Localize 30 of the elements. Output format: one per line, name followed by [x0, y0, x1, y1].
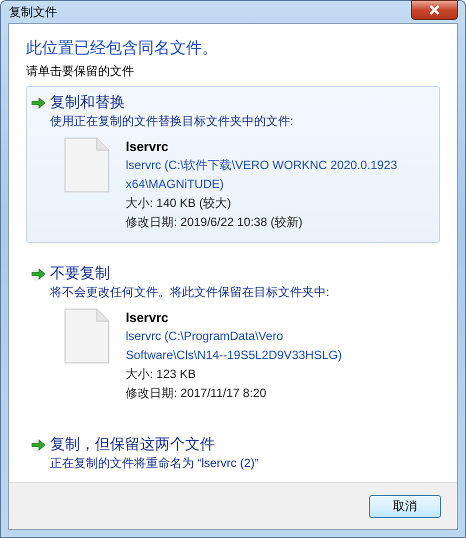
instruction-text: 请单击要保留的文件 — [26, 63, 135, 80]
arrow-icon — [31, 267, 47, 281]
arrow-icon — [31, 96, 47, 110]
arrow-icon — [31, 438, 47, 452]
option-description: 正在复制的文件将重命名为 “lservrc (2)” — [50, 455, 260, 471]
cancel-button[interactable]: 取消 — [369, 494, 441, 518]
file-size: 大小: 140 KB (较大) — [126, 195, 232, 212]
window-title: 复制文件 — [8, 4, 57, 20]
file-path-line: lservrc (C:\ProgramData\Vero — [126, 328, 284, 345]
file-name: lservrc — [126, 309, 170, 327]
command-link[interactable]: 复制和替换 使用正在复制的文件替换目标文件夹中的文件: lservrc lservrc (C:\软件下载\VERO WORKNC 2020.0.1923 x64\MAGNiTUDE) 大小: 140 KB (较大) 修改日期: 2019/6/22 10:38 (较新) — [26, 86, 440, 243]
file-name: lservrc — [126, 138, 170, 156]
file-path-line: Software\Cls\N14--19S5L2D9V33HSLG) — [126, 347, 343, 364]
file-date: 修改日期: 2017/11/17 8:20 — [126, 385, 268, 402]
document-icon — [64, 308, 110, 364]
document-icon — [64, 137, 110, 193]
option-description: 使用正在复制的文件替换目标文件夹中的文件: — [50, 113, 294, 129]
file-path-line: x64\MAGNiTUDE) — [126, 176, 225, 193]
file-date: 修改日期: 2019/6/22 10:38 (较新) — [126, 214, 304, 231]
close-icon — [429, 5, 440, 15]
command-link[interactable]: 不要复制 将不会更改任何文件。将此文件保留在目标文件夹中: lservrc lservrc (C:\ProgramData\Vero Software\Cls\N14--19S5L2D9V33HSLG) 大小: 123 KB 修改日期: 2017/11/17 8:20 — [26, 257, 440, 414]
file-size: 大小: 123 KB — [126, 366, 197, 383]
option-title: 复制和替换 — [50, 93, 125, 113]
option-title: 复制，但保留这两个文件 — [50, 435, 215, 455]
dialog-heading: 此位置已经包含同名文件。 — [26, 38, 219, 59]
file-path-line: lservrc (C:\软件下载\VERO WORKNC 2020.0.1923 — [126, 157, 398, 174]
command-link[interactable]: 复制，但保留这两个文件 正在复制的文件将重命名为 “lservrc (2)” — [26, 428, 440, 482]
close-button[interactable] — [411, 0, 458, 20]
option-description: 将不会更改任何文件。将此文件保留在目标文件夹中: — [50, 284, 330, 300]
option-title: 不要复制 — [50, 264, 110, 284]
